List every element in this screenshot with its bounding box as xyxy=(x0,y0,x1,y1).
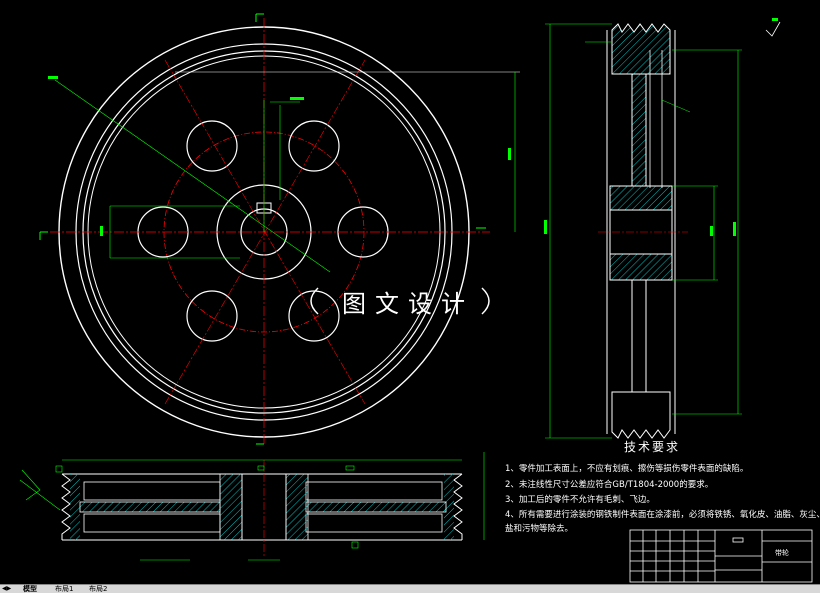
requirement-4: 4、所有需要进行涂装的钢铁制件表面在涂漆前，必须将铁锈、氧化皮、油脂、灰尘、泥土… xyxy=(505,510,820,520)
requirement-4-cont: 盐和污物等除去。 xyxy=(505,524,574,534)
cad-drawing-canvas[interactable]: 技术要求 1、零件加工表面上，不应有划痕、擦伤等损伤零件表面的缺陷。 2、未注线… xyxy=(0,0,820,584)
hole-top-left xyxy=(186,120,238,172)
requirement-3: 3、加工后的零件不允许有毛刺、飞边。 xyxy=(505,495,655,505)
title-block-part-name: 带轮 xyxy=(775,549,789,557)
side-section-view xyxy=(544,18,781,439)
hole-bottom-left xyxy=(186,290,238,342)
requirement-2: 2、未注线性尺寸公差应符合GB/T1804-2000的要求。 xyxy=(505,480,714,490)
front-view xyxy=(39,13,520,445)
hole-top-right xyxy=(288,120,340,172)
requirement-1: 1、零件加工表面上，不应有划痕、擦伤等损伤零件表面的缺陷。 xyxy=(505,464,749,474)
watermark-text: 图文设计 xyxy=(342,290,474,318)
tech-requirements-title: 技术要求 xyxy=(624,440,681,454)
bottom-section-view xyxy=(19,452,485,561)
